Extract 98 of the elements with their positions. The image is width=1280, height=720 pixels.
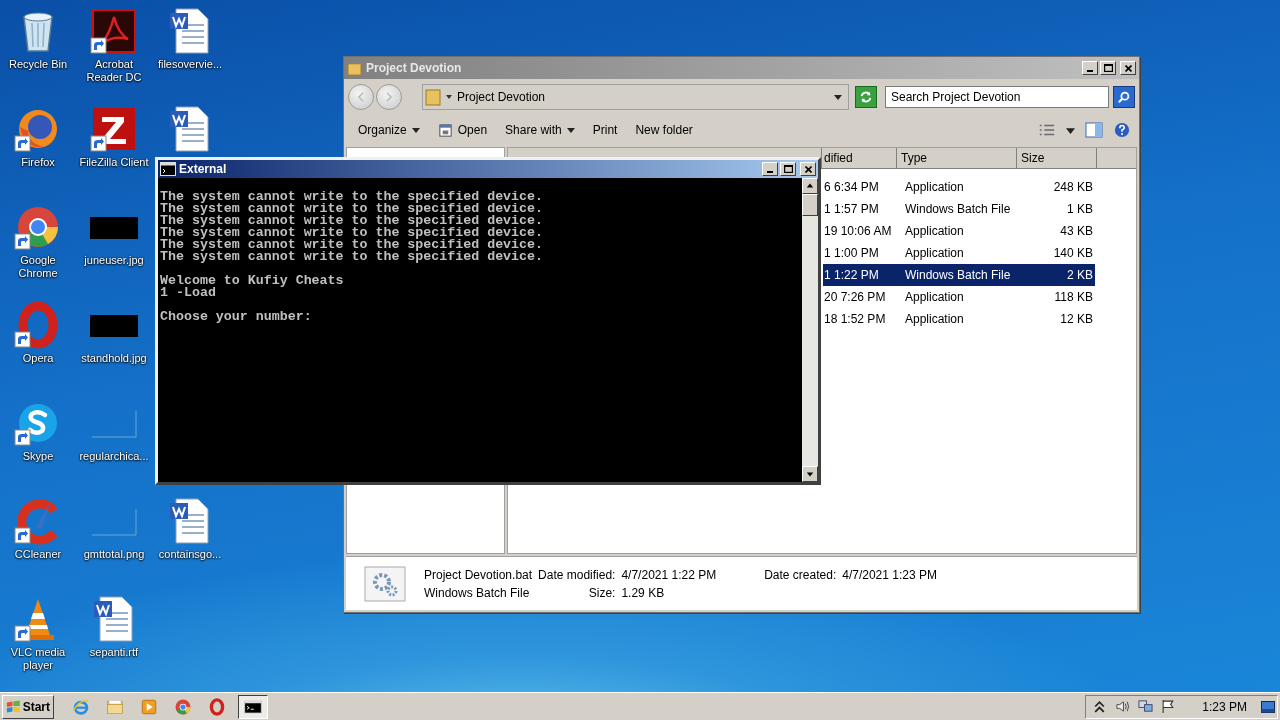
column-header[interactable]: dified xyxy=(822,148,897,169)
desktop-icon-label[interactable]: regularchica... xyxy=(77,450,151,463)
search-field[interactable]: Search Project Devotion xyxy=(885,86,1109,108)
preview-pane-icon[interactable] xyxy=(1085,122,1103,138)
desktop-icon-label[interactable]: Firefox xyxy=(1,156,75,169)
desktop-icon-label[interactable]: standhold.jpg xyxy=(77,352,151,365)
scroll-up-icon[interactable] xyxy=(806,182,814,190)
flag-icon[interactable] xyxy=(1161,699,1177,714)
file-row[interactable]: 19 10:06 AM Application 43 KB xyxy=(823,220,1095,242)
desktop-icon-label[interactable]: sepanti.rtf xyxy=(77,646,151,659)
acrobat-icon[interactable] xyxy=(90,7,138,55)
network-icon[interactable] xyxy=(1138,699,1154,714)
desktop-icon-label[interactable]: FileZilla Client xyxy=(77,156,151,169)
window-title: Project Devotion xyxy=(366,61,463,75)
console-line: The system cannot write to the specified device. xyxy=(160,251,544,263)
console-line: The system cannot write to the specified device. xyxy=(160,215,544,227)
desktop-icon-label[interactable]: VLC media player xyxy=(1,646,75,672)
minimize-button[interactable] xyxy=(762,162,778,176)
console-icon xyxy=(160,162,176,176)
desktop-icon-label[interactable]: Acrobat Reader DC xyxy=(77,58,151,84)
media-player-icon[interactable] xyxy=(140,697,158,716)
scrollbar-thumb[interactable] xyxy=(802,194,818,216)
close-button[interactable] xyxy=(1120,61,1136,75)
close-icon xyxy=(1124,64,1132,72)
console-icon xyxy=(244,697,262,716)
taskbar-button[interactable] xyxy=(238,694,268,719)
desktop-icon-label[interactable]: Google Chrome xyxy=(1,254,75,280)
maximize-button[interactable] xyxy=(1100,61,1116,75)
console-line: 1 -Load xyxy=(160,287,217,299)
desktop-icon-label[interactable]: Opera xyxy=(1,352,75,365)
refresh-icon xyxy=(859,90,873,104)
file-row[interactable]: 18 1:52 PM Application 12 KB xyxy=(823,308,1095,330)
toolbar-button[interactable]: Print xyxy=(584,120,626,140)
open-icon xyxy=(437,122,453,138)
toolbar-button[interactable]: Organize xyxy=(350,120,428,140)
desktop-icon-label[interactable]: juneuser.jpg xyxy=(77,254,151,267)
show-desktop-icon[interactable] xyxy=(1261,700,1275,713)
filezilla-icon[interactable] xyxy=(90,105,138,153)
view-options-icon[interactable] xyxy=(1038,122,1056,138)
search-icon xyxy=(1117,90,1131,104)
desktop-icon-label[interactable]: containsgo... xyxy=(153,548,227,561)
file-name: Project Devotion.bat xyxy=(424,567,533,582)
scrollbar[interactable] xyxy=(802,178,818,482)
detail-label: Date modified: xyxy=(538,567,616,582)
detail-value: 4/7/2021 1:23 PM xyxy=(842,567,937,582)
desktop-icon-label[interactable]: gmttotal.png xyxy=(77,548,151,561)
caret-icon xyxy=(566,126,575,134)
file-row[interactable]: 20 7:26 PM Application 118 KB xyxy=(823,286,1095,308)
console-line: The system cannot write to the specified device. xyxy=(160,203,544,215)
file-row[interactable]: 6 6:34 PM Application 248 KB xyxy=(823,176,1095,198)
detail-value: 1.29 KB xyxy=(621,585,666,600)
caret-icon xyxy=(445,93,453,101)
file-row[interactable]: 1 1:00 PM Application 140 KB xyxy=(823,242,1095,264)
desktop-icon-label[interactable]: CCleaner xyxy=(1,548,75,561)
file-type: Windows Batch File xyxy=(424,585,531,600)
scroll-down-icon[interactable] xyxy=(806,470,814,478)
file-row[interactable]: 1 1:57 PM Windows Batch File 1 KB xyxy=(823,198,1095,220)
refresh-button[interactable] xyxy=(855,86,877,108)
detail-label: Date created: xyxy=(764,567,837,582)
dropdown-caret-icon xyxy=(834,93,842,101)
maximize-icon xyxy=(1103,64,1113,72)
console-line: The system cannot write to the specified device. xyxy=(160,239,544,251)
detail-label: Size: xyxy=(587,585,616,600)
folder-icon xyxy=(347,60,362,76)
desktop-icon-label[interactable]: filesovervie... xyxy=(153,58,227,71)
close-icon xyxy=(804,165,812,173)
caret-icon xyxy=(411,126,420,134)
gear-file-icon xyxy=(364,565,406,602)
search-button[interactable] xyxy=(1113,86,1135,108)
caret-icon[interactable] xyxy=(1066,125,1075,135)
clock[interactable]: 1:23 PM xyxy=(1202,699,1247,714)
minimize-button[interactable] xyxy=(1082,61,1098,75)
maximize-icon xyxy=(783,165,793,173)
maximize-button[interactable] xyxy=(780,162,796,176)
window-title: External xyxy=(179,162,228,176)
opera-icon[interactable] xyxy=(208,697,226,716)
toolbar-button[interactable]: Open xyxy=(429,119,496,141)
folder-icon xyxy=(425,87,441,107)
minimize-icon xyxy=(1087,69,1093,72)
help-icon[interactable] xyxy=(1113,122,1131,138)
column-header[interactable]: Type xyxy=(897,148,1017,169)
column-header[interactable]: Size xyxy=(1017,148,1097,169)
console-line: The system cannot write to the specified device. xyxy=(160,227,544,239)
address-bar[interactable]: Project Devotion xyxy=(422,84,849,110)
toolbar-button[interactable]: Share with xyxy=(497,120,583,140)
desktop-icon-label[interactable]: Skype xyxy=(1,450,75,463)
start-button[interactable]: Start xyxy=(2,694,54,719)
console-line: Choose your number: xyxy=(160,311,313,323)
chrome-icon[interactable] xyxy=(174,697,192,716)
console-line: Welcome to Kufiy Cheats xyxy=(160,275,345,287)
windows-flag-icon xyxy=(6,698,21,715)
file-row[interactable]: 1 1:22 PM Windows Batch File 2 KB xyxy=(823,264,1095,286)
console-line: The system cannot write to the specified device. xyxy=(160,191,544,203)
toolbar-button[interactable]: New folder xyxy=(627,120,701,140)
speaker-icon[interactable] xyxy=(1115,699,1131,714)
desktop-icon-label[interactable]: Recycle Bin xyxy=(1,58,75,71)
detail-value: 4/7/2021 1:22 PM xyxy=(621,567,717,582)
close-button[interactable] xyxy=(800,162,816,176)
